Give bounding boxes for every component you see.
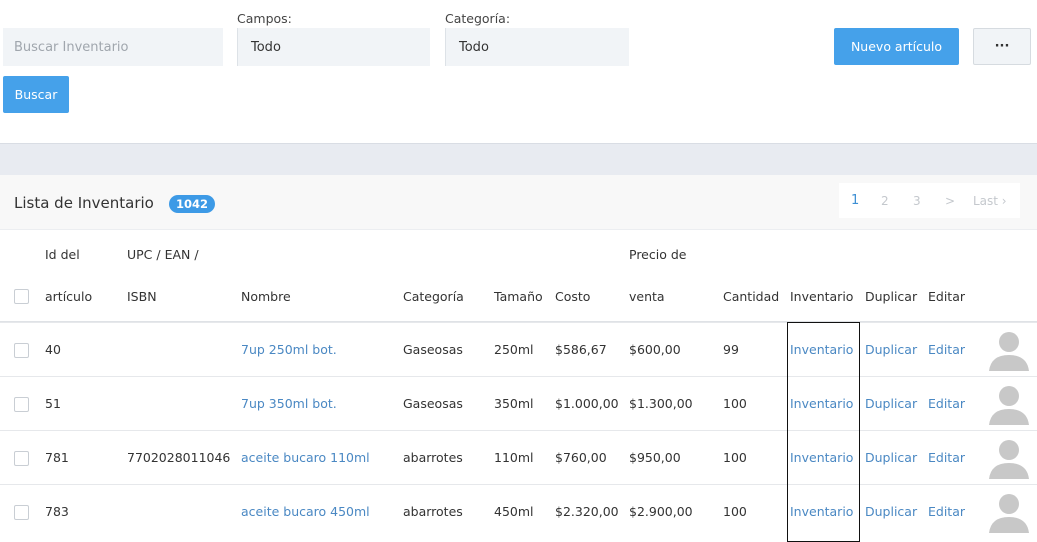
cell-costo: $586,67: [555, 342, 607, 357]
last-page[interactable]: Last ›: [973, 194, 1007, 208]
avatar-placeholder-icon: [989, 494, 1029, 533]
page-1[interactable]: 1: [851, 193, 859, 208]
col-tamano[interactable]: Tamaño: [494, 289, 543, 304]
cell-id: 51: [45, 396, 61, 411]
cell-upc: 7702028011046: [127, 450, 231, 465]
next-page[interactable]: >: [945, 194, 955, 208]
search-button[interactable]: Buscar: [3, 76, 69, 113]
col-precio-line2: venta: [629, 289, 665, 304]
avatar-placeholder-icon: [989, 386, 1029, 425]
duplicate-link[interactable]: Duplicar: [865, 396, 917, 411]
edit-link[interactable]: Editar: [928, 504, 965, 519]
cell-cantidad: 100: [723, 504, 747, 519]
cell-cantidad: 100: [723, 450, 747, 465]
row-checkbox[interactable]: [14, 505, 29, 520]
categoria-label: Categoría:: [445, 11, 511, 26]
item-name-link[interactable]: aceite bucaro 450ml: [241, 504, 370, 519]
page-3[interactable]: 3: [913, 194, 921, 208]
col-editar: Editar: [928, 289, 966, 304]
page-2[interactable]: 2: [881, 194, 889, 208]
cell-tamano: 350ml: [494, 396, 534, 411]
panel-title: Lista de Inventario: [14, 194, 154, 212]
col-id-line2: artículo: [45, 289, 93, 304]
cell-categoria: Gaseosas: [403, 342, 463, 357]
table-row: 783 aceite bucaro 450ml abarrotes 450ml …: [0, 484, 1037, 538]
categoria-select[interactable]: Todo: [445, 28, 629, 66]
inventory-panel-header: Lista de Inventario 1042 1 2 3 > Last ›: [0, 175, 1037, 230]
cell-costo: $760,00: [555, 450, 607, 465]
campos-select[interactable]: Todo: [237, 28, 430, 66]
col-categoria[interactable]: Categoría: [403, 289, 464, 304]
inventory-link[interactable]: Inventario: [790, 450, 853, 465]
item-name-link[interactable]: aceite bucaro 110ml: [241, 450, 370, 465]
inventory-link[interactable]: Inventario: [790, 342, 853, 357]
row-checkbox[interactable]: [14, 397, 29, 412]
cell-cantidad: 100: [723, 396, 747, 411]
more-options-button[interactable]: ···: [973, 28, 1031, 65]
edit-link[interactable]: Editar: [928, 342, 965, 357]
item-name-link[interactable]: 7up 250ml bot.: [241, 342, 337, 357]
col-inventario: Inventario: [790, 289, 854, 304]
duplicate-link[interactable]: Duplicar: [865, 342, 917, 357]
cell-precio: $2.900,00: [629, 504, 693, 519]
cell-id: 781: [45, 450, 69, 465]
col-id-line1: Id del: [45, 247, 80, 262]
col-precio-line1: Precio de: [629, 247, 687, 262]
pagination: 1 2 3 > Last ›: [839, 183, 1020, 218]
section-divider: [0, 143, 1037, 175]
col-costo[interactable]: Costo: [555, 289, 590, 304]
col-duplicar: Duplicar: [865, 289, 918, 304]
item-name-link[interactable]: 7up 350ml bot.: [241, 396, 337, 411]
cell-id: 783: [45, 504, 69, 519]
cell-id: 40: [45, 342, 61, 357]
campos-label: Campos:: [237, 11, 292, 26]
cell-precio: $600,00: [629, 342, 681, 357]
table-row: 51 7up 350ml bot. Gaseosas 350ml $1.000,…: [0, 376, 1037, 430]
inventory-link[interactable]: Inventario: [790, 396, 853, 411]
edit-link[interactable]: Editar: [928, 396, 965, 411]
inventory-link[interactable]: Inventario: [790, 504, 853, 519]
cell-precio: $950,00: [629, 450, 681, 465]
avatar-placeholder-icon: [989, 332, 1029, 371]
cell-categoria: Gaseosas: [403, 396, 463, 411]
cell-precio: $1.300,00: [629, 396, 693, 411]
duplicate-link[interactable]: Duplicar: [865, 504, 917, 519]
table-row: 40 7up 250ml bot. Gaseosas 250ml $586,67…: [0, 322, 1037, 376]
cell-costo: $1.000,00: [555, 396, 619, 411]
avatar-placeholder-icon: [989, 440, 1029, 479]
col-nombre[interactable]: Nombre: [241, 289, 291, 304]
row-checkbox[interactable]: [14, 343, 29, 358]
cell-categoria: abarrotes: [403, 504, 463, 519]
cell-tamano: 250ml: [494, 342, 534, 357]
row-checkbox[interactable]: [14, 451, 29, 466]
duplicate-link[interactable]: Duplicar: [865, 450, 917, 465]
col-upc-line1: UPC / EAN /: [127, 247, 199, 262]
cell-tamano: 450ml: [494, 504, 534, 519]
col-upc-line2: ISBN: [127, 289, 157, 304]
cell-categoria: abarrotes: [403, 450, 463, 465]
table-row: 781 7702028011046 aceite bucaro 110ml ab…: [0, 430, 1037, 484]
col-cantidad[interactable]: Cantidad: [723, 289, 779, 304]
item-count-badge: 1042: [169, 195, 216, 213]
filter-bar: Buscar Inventario Campos: Todo Categoría…: [0, 0, 1037, 143]
search-input[interactable]: Buscar Inventario: [3, 28, 223, 66]
cell-cantidad: 99: [723, 342, 739, 357]
cell-tamano: 110ml: [494, 450, 534, 465]
new-item-button[interactable]: Nuevo artículo: [834, 28, 959, 65]
cell-costo: $2.320,00: [555, 504, 619, 519]
edit-link[interactable]: Editar: [928, 450, 965, 465]
select-all-checkbox[interactable]: [14, 289, 29, 304]
